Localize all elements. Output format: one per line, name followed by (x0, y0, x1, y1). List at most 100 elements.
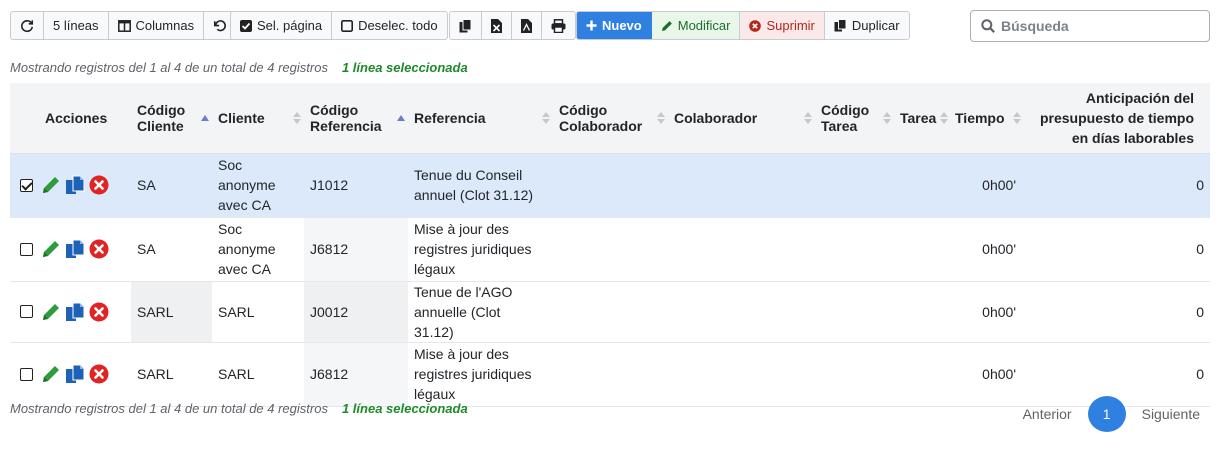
cell-tiempo: 0h00' (951, 153, 1024, 218)
copy-record-icon[interactable] (65, 239, 85, 259)
row-actions (20, 175, 125, 195)
copy-record-icon[interactable] (65, 364, 85, 384)
table-body: SA Soc anonyme avec CA J1012 Tenue du Conse… (10, 153, 1210, 407)
selection-count-text: 1 línea seleccionada (341, 60, 468, 75)
cell-tiempo: 0h00' (951, 217, 1024, 282)
cell-cliente: SARL (212, 281, 304, 343)
header-colaborador-label: Colaborador (674, 109, 758, 126)
search-icon (981, 19, 995, 33)
delete-record-icon[interactable] (89, 302, 109, 322)
table-row[interactable]: SA Soc anonyme avec CA J1012 Tenue du Conse… (10, 153, 1210, 218)
modify-button[interactable]: Modificar (651, 12, 741, 39)
cell-codigo-tarea (815, 342, 894, 407)
header-codigo-referencia-label: Código Referencia (310, 101, 382, 134)
edit-pencil-icon[interactable] (41, 364, 61, 384)
undo-icon (214, 19, 227, 31)
edit-pencil-icon[interactable] (41, 302, 61, 322)
table-header-row: Acciones Código Cliente Cliente Código R… (10, 83, 1210, 154)
cell-codigo-colaborador (553, 342, 668, 407)
table-row[interactable]: SA Soc anonyme avec CA J6812 Mise à jour de… (10, 217, 1210, 282)
excel-file-icon (491, 18, 502, 33)
records-table: Acciones Código Cliente Cliente Código R… (10, 83, 1210, 407)
copy-record-icon[interactable] (65, 302, 85, 322)
sort-both-icon (657, 111, 665, 124)
search-box (970, 10, 1210, 42)
copy-record-icon[interactable] (65, 175, 85, 195)
cell-codigo-tarea (815, 217, 894, 282)
sort-both-icon (542, 111, 550, 124)
copy-button[interactable] (450, 12, 482, 39)
copy-icon (459, 18, 472, 32)
refresh-button[interactable] (11, 12, 44, 39)
export-pdf-button[interactable] (512, 12, 542, 39)
cell-cliente: Soc anonyme avec CA (212, 153, 304, 218)
cell-codigo-colaborador (553, 153, 668, 218)
pagination: Anterior 1 Siguiente (1015, 396, 1208, 432)
refresh-icon (21, 19, 34, 32)
export-excel-button[interactable] (482, 12, 512, 39)
delete-record-icon[interactable] (89, 175, 109, 195)
plus-icon (586, 20, 597, 31)
lines-per-page-button[interactable]: 5 líneas (44, 12, 109, 39)
row-checkbox[interactable] (20, 178, 33, 192)
pencil-icon (661, 20, 672, 31)
pdf-file-icon (521, 18, 532, 33)
cell-tarea (894, 281, 951, 343)
header-codigo-tarea-label: Código Tarea (821, 101, 870, 134)
cell-codigo-cliente: SA (131, 153, 212, 218)
header-acciones: Acciones (10, 83, 131, 154)
selection-count-text: 1 línea seleccionada (341, 401, 468, 416)
row-actions (20, 239, 125, 259)
print-button[interactable] (542, 12, 575, 39)
cell-referencia: Mise à jour des registres juridiques lég… (408, 217, 553, 282)
cell-codigo-cliente: SARL (131, 281, 212, 343)
delete-button[interactable]: Suprimir (740, 12, 825, 39)
cell-codigo-cliente: SA (131, 217, 212, 282)
header-colaborador[interactable]: Colaborador (668, 83, 815, 154)
header-tarea[interactable]: Tarea (894, 83, 951, 154)
cell-codigo-referencia: J6812 (304, 342, 408, 407)
delete-label: Suprimir (766, 18, 815, 33)
select-page-button[interactable]: Sel. página (231, 12, 333, 39)
new-button[interactable]: Nuevo (577, 12, 652, 39)
header-codigo-colaborador[interactable]: Código Colaborador (553, 83, 668, 154)
row-checkbox[interactable] (20, 242, 33, 256)
sort-both-icon (293, 111, 301, 124)
header-codigo-colaborador-label: Código Colaborador (559, 101, 643, 134)
deselect-all-button[interactable]: Deselec. todo (332, 12, 447, 39)
header-referencia[interactable]: Referencia (408, 83, 553, 154)
cell-codigo-referencia: J1012 (304, 153, 408, 218)
cell-codigo-tarea (815, 281, 894, 343)
page-1-button[interactable]: 1 (1087, 396, 1126, 432)
header-cliente[interactable]: Cliente (212, 83, 304, 154)
selection-button-group: Sel. página Deselec. todo (230, 11, 448, 40)
row-checkbox[interactable] (20, 367, 33, 381)
columns-icon (117, 19, 131, 32)
previous-page-button[interactable]: Anterior (1015, 406, 1080, 422)
edit-pencil-icon[interactable] (41, 175, 61, 195)
header-cliente-label: Cliente (218, 109, 265, 126)
cell-cliente: Soc anonyme avec CA (212, 217, 304, 282)
columns-button[interactable]: Columnas (109, 12, 205, 39)
modify-label: Modificar (677, 18, 731, 33)
header-codigo-tarea[interactable]: Código Tarea (815, 83, 894, 154)
delete-record-icon[interactable] (89, 364, 109, 384)
cell-codigo-tarea (815, 153, 894, 218)
delete-record-icon[interactable] (89, 239, 109, 259)
table-row[interactable]: SARL SARL J0012 Tenue de l'AGO annuelle (Cl… (10, 281, 1210, 343)
cell-codigo-cliente: SARL (131, 342, 212, 407)
next-page-button[interactable]: Siguiente (1134, 406, 1208, 422)
search-input[interactable] (1001, 18, 1201, 34)
cell-codigo-referencia: J6812 (304, 217, 408, 282)
new-label: Nuevo (602, 18, 642, 33)
edit-pencil-icon[interactable] (41, 239, 61, 259)
header-anticipacion[interactable]: Anticipación del presupuesto de tiempo e… (1024, 83, 1210, 154)
header-codigo-cliente[interactable]: Código Cliente (131, 83, 212, 154)
header-codigo-referencia[interactable]: Código Referencia (304, 83, 408, 154)
sort-asc-icon (397, 114, 405, 121)
cell-colaborador (668, 217, 815, 282)
duplicate-icon (834, 19, 847, 32)
header-tiempo[interactable]: Tiempo (951, 83, 1024, 154)
row-checkbox[interactable] (20, 305, 33, 318)
duplicate-button[interactable]: Duplicar (824, 12, 909, 39)
